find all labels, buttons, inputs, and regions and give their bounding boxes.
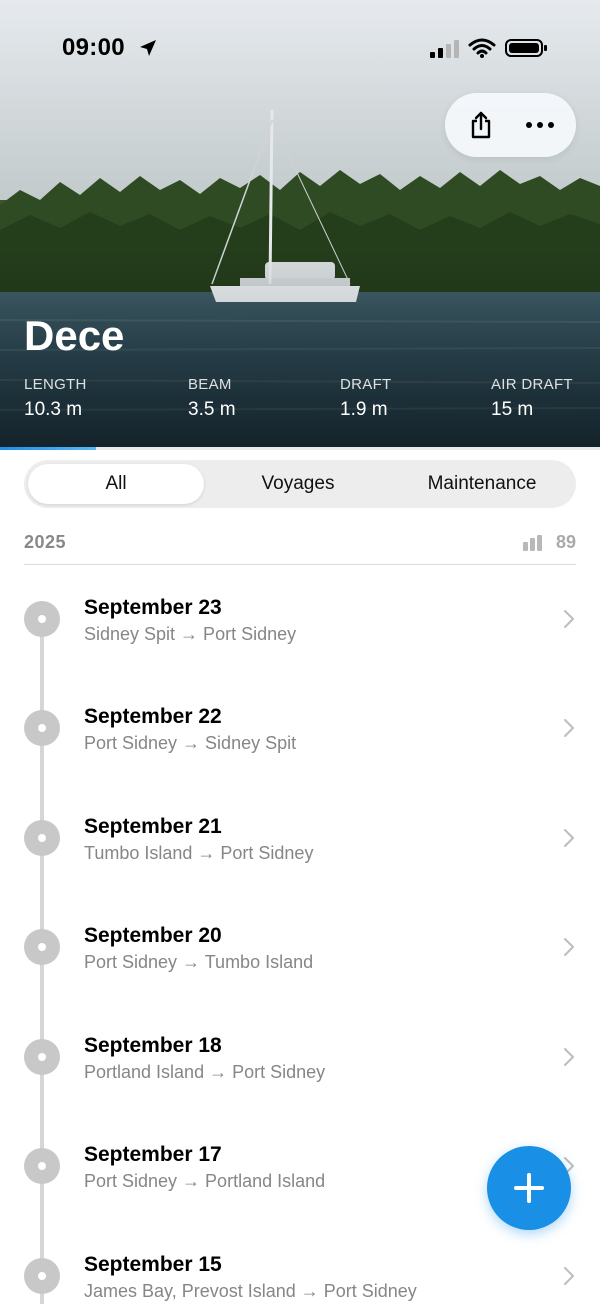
status-bar: 09:00 bbox=[0, 0, 600, 96]
timeline-node bbox=[24, 1148, 60, 1184]
more-button[interactable] bbox=[518, 104, 562, 146]
tab-maintenance[interactable]: Maintenance bbox=[392, 464, 572, 504]
entry-date: September 21 bbox=[84, 815, 222, 838]
entry-date: September 22 bbox=[84, 705, 222, 728]
timeline-node bbox=[24, 710, 60, 746]
plus-icon bbox=[514, 1173, 544, 1203]
dimension-beam: BEAM 3.5 m bbox=[188, 376, 236, 420]
boat-name: Dece bbox=[24, 312, 125, 359]
status-time: 09:00 bbox=[62, 34, 125, 61]
timeline-entry[interactable]: September 15 James Bay, Prevost Island →… bbox=[0, 1226, 600, 1304]
tab-all[interactable]: All bbox=[28, 464, 204, 504]
timeline-entry[interactable]: September 23 Sidney Spit → Port Sidney bbox=[0, 569, 600, 669]
timeline-node bbox=[24, 601, 60, 637]
entry-date: September 18 bbox=[84, 1034, 222, 1057]
chevron-right-icon bbox=[564, 1267, 574, 1285]
chevron-right-icon bbox=[564, 938, 574, 956]
entry-date: September 15 bbox=[84, 1253, 222, 1276]
chevron-right-icon bbox=[564, 610, 574, 628]
timeline-node bbox=[24, 820, 60, 856]
timeline-node bbox=[24, 929, 60, 965]
progress-fill bbox=[0, 447, 96, 450]
dimension-length: LENGTH 10.3 m bbox=[24, 376, 87, 420]
chevron-right-icon bbox=[564, 719, 574, 737]
entry-date: September 17 bbox=[84, 1143, 222, 1166]
location-arrow-icon bbox=[140, 40, 156, 56]
year-label: 2025 bbox=[24, 532, 67, 552]
share-button[interactable] bbox=[460, 104, 502, 146]
timeline-entry[interactable]: September 18 Portland Island → Port Sidn… bbox=[0, 1007, 600, 1107]
entry-route: Port Sidney → Sidney Spit bbox=[84, 733, 297, 753]
entry-route: Port Sidney → Tumbo Island bbox=[84, 952, 314, 972]
entry-date: September 23 bbox=[84, 596, 222, 619]
dimension-draft: DRAFT 1.9 m bbox=[340, 376, 392, 420]
timeline-node bbox=[24, 1039, 60, 1075]
more-icon bbox=[526, 122, 554, 128]
progress-bar bbox=[0, 447, 600, 450]
timeline-entry[interactable]: September 22 Port Sidney → Sidney Spit bbox=[0, 678, 600, 778]
bar-chart-icon bbox=[522, 534, 542, 551]
filter-segmented-control: All Voyages Maintenance bbox=[24, 460, 576, 508]
timeline-entry[interactable]: September 21 Tumbo Island → Port Sidney bbox=[0, 788, 600, 888]
chevron-right-icon bbox=[564, 1048, 574, 1066]
timeline-entry[interactable]: September 20 Port Sidney → Tumbo Island bbox=[0, 897, 600, 997]
entry-route: Sidney Spit → Port Sidney bbox=[84, 624, 297, 644]
entry-date: September 20 bbox=[84, 924, 222, 947]
battery-icon bbox=[505, 39, 547, 57]
wifi-icon bbox=[468, 38, 496, 58]
cellular-signal-icon bbox=[430, 40, 459, 58]
entry-count: 89 bbox=[555, 532, 576, 552]
add-entry-button[interactable] bbox=[487, 1146, 571, 1230]
tab-voyages[interactable]: Voyages bbox=[208, 464, 388, 504]
entry-route: James Bay, Prevost Island → Port Sidney bbox=[84, 1281, 417, 1301]
entry-route: Port Sidney → Portland Island bbox=[84, 1171, 326, 1191]
share-icon bbox=[471, 111, 491, 139]
timeline-node bbox=[24, 1258, 60, 1294]
entry-route: Tumbo Island → Port Sidney bbox=[84, 843, 314, 863]
chevron-right-icon bbox=[564, 829, 574, 847]
dimension-air-draft: AIR DRAFT 15 m bbox=[491, 376, 573, 420]
entry-route: Portland Island → Port Sidney bbox=[84, 1062, 326, 1082]
year-section-header: 2025 89 bbox=[24, 528, 576, 565]
